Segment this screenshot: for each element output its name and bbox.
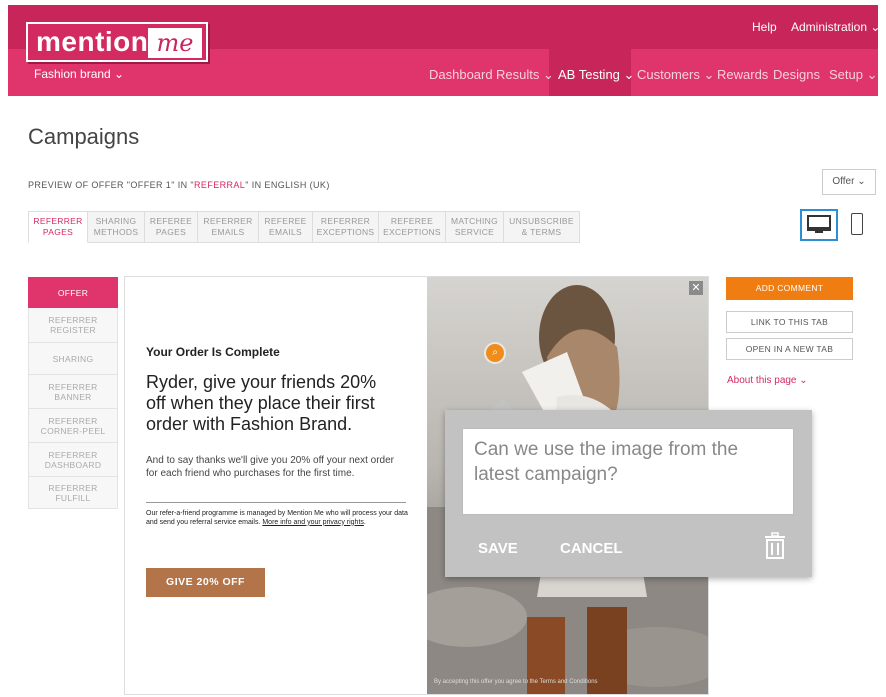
tab-referrer-emails[interactable]: REFERRER EMAILS xyxy=(198,211,259,243)
comment-input[interactable]: Can we use the image from the latest cam… xyxy=(462,428,794,515)
tab-line2: EXCEPTIONS xyxy=(316,227,375,237)
comment-save-button[interactable]: SAVE xyxy=(478,540,518,557)
tab-line1: REFEREE xyxy=(149,216,193,226)
sidebar-item-label: BANNER xyxy=(54,391,92,402)
tab-line1: REFEREE xyxy=(390,216,434,226)
sidebar-item-label: REFERRER xyxy=(48,415,98,426)
preview-description: PREVIEW OF OFFER "OFFER 1" IN "REFERRAL"… xyxy=(28,180,330,190)
sidebar-item-referrer-dashboard[interactable]: REFERRER DASHBOARD xyxy=(28,443,118,477)
page-title: Campaigns xyxy=(28,124,140,149)
brand-selector[interactable]: Fashion brand ⌄ xyxy=(34,67,124,81)
add-comment-button[interactable]: ADD COMMENT xyxy=(726,277,853,300)
tab-line1: MATCHING xyxy=(450,216,499,226)
sidebar-item-label: FULFILL xyxy=(55,492,91,503)
tab-sharing-methods[interactable]: SHARING METHODS xyxy=(88,211,145,243)
comment-cancel-button[interactable]: CANCEL xyxy=(560,540,623,557)
page-sidebar: OFFER REFERRER REGISTER SHARING REFERRER B… xyxy=(28,277,118,509)
order-title: Your Order Is Complete xyxy=(146,345,280,359)
tab-line1: REFERRER xyxy=(33,216,83,226)
sidebar-item-label: REFERRER xyxy=(48,381,98,392)
tab-line1: UNSUBSCRIBE xyxy=(509,216,574,226)
privacy-end: . xyxy=(363,518,366,526)
sidebar-item-referrer-banner[interactable]: REFERRER BANNER xyxy=(28,375,118,409)
preview-suffix: " IN ENGLISH (UK) xyxy=(245,180,330,190)
nav-ab-testing[interactable]: AB Testing ⌄ xyxy=(558,67,634,83)
give-offer-button[interactable]: GIVE 20% OFF xyxy=(146,568,265,597)
preview-prefix: PREVIEW OF OFFER "OFFER 1" IN " xyxy=(28,180,194,190)
nav-customers[interactable]: Customers ⌄ xyxy=(637,67,714,83)
help-link[interactable]: Help xyxy=(752,20,777,34)
tab-line1: REFEREE xyxy=(264,216,307,226)
tab-line2: PAGES xyxy=(155,227,187,237)
tab-referee-emails[interactable]: REFEREE EMAILS xyxy=(259,211,313,243)
nav-results[interactable]: Results ⌄ xyxy=(496,67,554,83)
mobile-view-button[interactable] xyxy=(851,213,863,235)
sidebar-item-label: OFFER xyxy=(57,287,89,298)
tab-line2: METHODS xyxy=(93,227,139,237)
divider xyxy=(146,502,406,503)
tab-line1: SHARING xyxy=(95,216,137,226)
sidebar-item-label: SHARING xyxy=(52,353,94,364)
tab-unsubscribe-terms[interactable]: UNSUBSCRIBE & TERMS xyxy=(504,211,580,243)
sidebar-item-referrer-fulfill[interactable]: REFERRER FULFILL xyxy=(28,477,118,509)
sidebar-item-label: DASHBOARD xyxy=(44,459,102,470)
sidebar-item-label: REGISTER xyxy=(50,325,96,335)
nav-setup[interactable]: Setup ⌄ xyxy=(829,67,877,83)
close-icon[interactable]: ✕ xyxy=(689,281,703,295)
sidebar-item-label: REFERRER xyxy=(48,449,98,460)
sidebar-item-label: CORNER-PEEL xyxy=(40,425,106,436)
logo-text: mention xyxy=(36,26,149,57)
offer-headline: Ryder, give your friends 20% off when th… xyxy=(146,372,377,434)
nav-rewards[interactable]: Rewards xyxy=(717,67,768,82)
section-tabs: REFERRER PAGES SHARING METHODS REFEREE PAGE… xyxy=(28,211,580,243)
privacy-link[interactable]: More info and your privacy rights xyxy=(262,519,364,526)
open-new-tab-button[interactable]: OPEN IN A NEW TAB xyxy=(726,338,853,360)
sidebar-item-referrer-corner-peel[interactable]: REFERRER CORNER-PEEL xyxy=(28,409,118,443)
tab-line2: EMAILS xyxy=(269,227,302,237)
tab-referee-exceptions[interactable]: REFEREE EXCEPTIONS xyxy=(379,211,446,243)
comment-pointer xyxy=(490,398,514,410)
tab-referrer-pages[interactable]: REFERRER PAGES xyxy=(28,211,88,243)
desktop-view-button[interactable] xyxy=(800,209,838,241)
tab-line2: PAGES xyxy=(42,227,74,237)
trash-icon[interactable] xyxy=(764,532,786,560)
preview-campaign-link[interactable]: REFERRAL xyxy=(194,180,245,190)
tab-line1: REFERRER xyxy=(320,216,371,226)
privacy-notice: Our refer-a-friend programme is managed … xyxy=(146,510,408,527)
tab-line1: REFERRER xyxy=(203,216,253,226)
nav-designs[interactable]: Designs xyxy=(773,67,820,82)
zoom-icon[interactable]: ⌕ xyxy=(486,344,504,362)
about-page-link[interactable]: About this page ⌄ xyxy=(727,375,808,386)
offer-dropdown[interactable]: Offer ⌄ xyxy=(822,169,876,195)
tab-referrer-exceptions[interactable]: REFERRER EXCEPTIONS xyxy=(313,211,379,243)
tab-matching-service[interactable]: MATCHING SERVICE xyxy=(446,211,504,243)
sidebar-item-label: REFERRER xyxy=(48,315,98,325)
tab-line2: SERVICE xyxy=(454,227,495,237)
tab-referee-pages[interactable]: REFEREE PAGES xyxy=(145,211,198,243)
tab-line2: EXCEPTIONS xyxy=(383,227,441,237)
sidebar-item-sharing[interactable]: SHARING xyxy=(28,343,118,375)
nav-dashboard[interactable]: Dashboard xyxy=(429,67,493,82)
link-to-tab-button[interactable]: LINK TO THIS TAB xyxy=(726,311,853,333)
photo-terms-text[interactable]: By accepting this offer you agree to the… xyxy=(434,679,598,685)
administration-menu[interactable]: Administration ⌄ xyxy=(791,20,880,34)
sidebar-item-offer[interactable]: OFFER xyxy=(28,277,118,308)
sidebar-item-label: REFERRER xyxy=(48,482,98,493)
tab-line2: EMAILS xyxy=(211,227,245,237)
desktop-icon xyxy=(807,215,831,233)
offer-body: And to say thanks we'll give you 20% off… xyxy=(146,455,394,479)
tab-line2: & TERMS xyxy=(521,227,562,237)
logo-me: me xyxy=(148,28,202,58)
logo[interactable]: mention me xyxy=(26,22,208,62)
sidebar-item-referrer-register[interactable]: REFERRER REGISTER xyxy=(28,308,118,343)
